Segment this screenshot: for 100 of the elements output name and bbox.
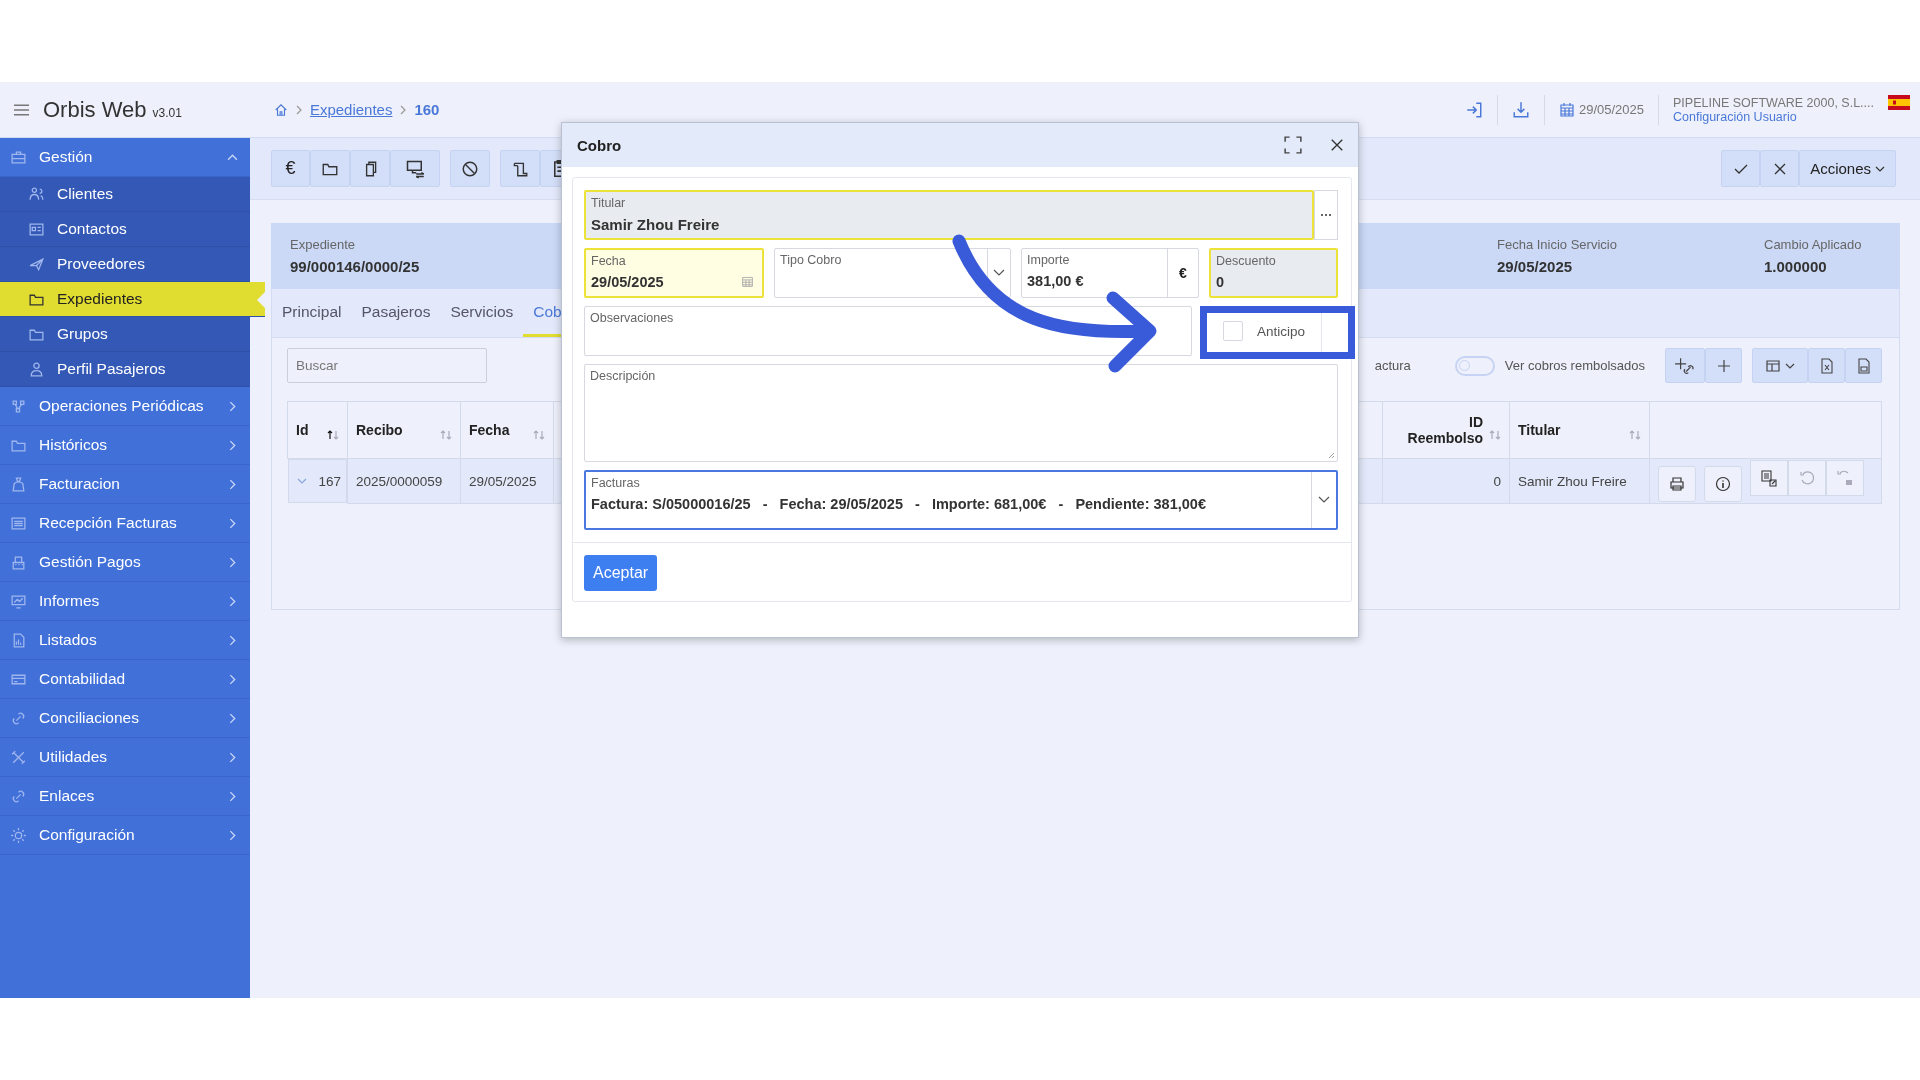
column-header[interactable]: Recibo xyxy=(347,401,461,459)
current-date: 29/05/2025 xyxy=(1578,102,1644,117)
maximize-icon[interactable] xyxy=(1284,136,1302,154)
menu-icon[interactable] xyxy=(14,103,29,116)
checkbox-label: Anticipo xyxy=(1257,323,1306,339)
sidebar-item[interactable]: Utilidades xyxy=(0,738,250,777)
undo-lock-icon xyxy=(1836,469,1854,488)
invoices-select[interactable]: Facturas Factura: S/05000016/25 - Fecha: 29/05/2025 - Importe: 681,00€ - Pendiente: 381,00€ xyxy=(584,470,1338,530)
observations-field[interactable]: Observaciones xyxy=(584,306,1192,356)
sidebar-item[interactable]: Informes xyxy=(0,582,250,621)
sidebar-item[interactable]: Facturacion xyxy=(0,465,250,504)
plus-icon xyxy=(1715,357,1732,374)
table-cell: 0 xyxy=(1382,458,1510,504)
column-header[interactable]: Titular xyxy=(1509,401,1650,459)
column-header[interactable]: Id xyxy=(287,401,348,459)
sidebar-item[interactable]: Operaciones Periódicas xyxy=(0,387,250,426)
field-value: 99/000146/0000/25 xyxy=(290,258,420,275)
spreadsheet-file-icon xyxy=(1818,357,1835,374)
info-icon xyxy=(1715,475,1731,492)
pdf-export-button[interactable] xyxy=(1845,348,1882,383)
field-value: 1.000000 xyxy=(1764,258,1827,275)
print-button[interactable] xyxy=(1658,465,1696,502)
field-value: 29/05/2025 xyxy=(1497,258,1573,275)
amount-field[interactable]: Importe 381,00 € € xyxy=(1021,248,1199,298)
toolbar-button[interactable] xyxy=(310,150,350,187)
table-cell: Samir Zhou Freire xyxy=(1509,458,1650,504)
company-name: PIPELINE SOFTWARE 2000, S.L.... xyxy=(1673,95,1874,110)
currency-button[interactable]: € xyxy=(271,150,310,187)
add-link-button[interactable] xyxy=(1665,348,1705,383)
sidebar-item[interactable]: Listados xyxy=(0,621,250,660)
sidebar-item[interactable]: Conciliaciones xyxy=(0,699,250,738)
field-label: Expediente xyxy=(290,237,356,252)
discount-field[interactable]: Descuento 0 xyxy=(1209,248,1338,298)
calendar-icon[interactable] xyxy=(741,275,754,288)
breadcrumb-current: 160 xyxy=(414,101,440,118)
toolbar-button[interactable] xyxy=(390,150,440,187)
sidebar-item[interactable]: Enlaces xyxy=(0,777,250,816)
tab[interactable]: Principal xyxy=(272,289,352,337)
info-button[interactable] xyxy=(1704,465,1742,502)
excel-export-button[interactable] xyxy=(1808,348,1845,383)
table-layout-icon xyxy=(1765,357,1781,374)
toggle-label: Ver cobros rembolsados xyxy=(1504,358,1645,373)
toolbar-button[interactable] xyxy=(450,150,490,187)
app-name: Orbis Web xyxy=(43,96,147,123)
date-field[interactable]: Fecha 29/05/2025 xyxy=(584,248,764,298)
chevron-icon xyxy=(294,104,303,115)
sidebar-subitem[interactable]: Contactos xyxy=(0,212,250,247)
field-label: Cambio Aplicado xyxy=(1764,237,1862,252)
actions-dropdown[interactable]: Acciones xyxy=(1799,150,1896,187)
undo-icon xyxy=(1799,470,1815,487)
sidebar-item[interactable]: Históricos xyxy=(0,426,250,465)
pdf-file-icon xyxy=(1855,357,1872,374)
export-button[interactable] xyxy=(1750,460,1788,497)
ban-icon xyxy=(461,159,479,178)
document-export-icon xyxy=(1760,469,1778,488)
search-field[interactable]: Buscar xyxy=(287,348,487,383)
chevron-icon xyxy=(399,104,408,115)
description-field[interactable]: Descripción xyxy=(584,364,1338,462)
sidebar-subitem[interactable]: Expedientes xyxy=(0,282,265,317)
filter-label: actura xyxy=(1374,358,1411,373)
flag-icon[interactable] xyxy=(1888,95,1910,110)
people-icon xyxy=(28,185,45,203)
breadcrumb-link[interactable]: Expedientes xyxy=(309,101,393,118)
close-icon[interactable] xyxy=(1330,138,1344,152)
sidebar-subitem[interactable]: Perfil Pasajeros xyxy=(0,352,250,387)
titular-field[interactable]: Titular Samir Zhou Freire xyxy=(584,190,1314,240)
bag-icon xyxy=(10,475,27,493)
login-icon[interactable] xyxy=(1464,100,1483,119)
resize-grip-icon[interactable] xyxy=(1327,451,1335,459)
table-cell: 167 xyxy=(287,459,347,503)
cancel-button[interactable] xyxy=(1760,150,1800,187)
column-header[interactable]: Fecha xyxy=(460,401,554,459)
sidebar-subitem[interactable]: Proveedores xyxy=(0,247,250,282)
user-settings-link[interactable]: Configuración Usuario xyxy=(1673,109,1874,124)
toolbar-button[interactable] xyxy=(350,150,390,187)
plus-link-icon xyxy=(1674,355,1696,376)
column-header[interactable]: ID Reembolso xyxy=(1382,401,1510,459)
toolbar-button[interactable] xyxy=(500,150,540,187)
home-icon[interactable] xyxy=(273,102,288,117)
dialog-title: Cobro xyxy=(577,136,623,154)
sidebar-item[interactable]: Recepción Facturas xyxy=(0,504,250,543)
columns-button[interactable] xyxy=(1752,348,1808,383)
sidebar-item[interactable]: Configuración xyxy=(0,816,250,855)
payment-type-select[interactable]: Tipo Cobro xyxy=(774,248,1011,298)
sidebar-subitem[interactable]: Grupos xyxy=(0,317,250,352)
sidebar-item[interactable]: Gestión Pagos xyxy=(0,543,250,582)
accept-button[interactable]: Aceptar xyxy=(584,555,658,591)
calendar-icon xyxy=(1558,101,1575,118)
confirm-button[interactable] xyxy=(1721,150,1761,187)
add-button[interactable] xyxy=(1705,348,1742,383)
tab[interactable]: Servicios xyxy=(440,289,524,337)
expand-icon[interactable] xyxy=(296,476,307,486)
download-icon[interactable] xyxy=(1511,100,1530,119)
sidebar-item[interactable]: Contabilidad xyxy=(0,660,250,699)
table-cell: 29/05/2025 xyxy=(460,458,554,504)
checkbox[interactable] xyxy=(1223,321,1243,341)
sidebar-subitem[interactable]: Clientes xyxy=(0,177,250,212)
toggle-switch[interactable] xyxy=(1454,355,1495,376)
table-cell: 2025/0000059 xyxy=(347,458,461,504)
tab[interactable]: Pasajeros xyxy=(351,289,441,337)
